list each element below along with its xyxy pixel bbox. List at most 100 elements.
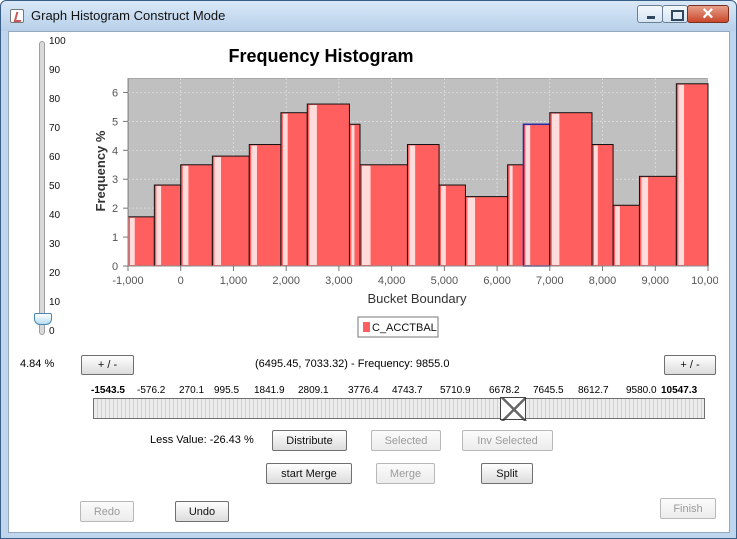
x-tick-label: 1,000 (220, 275, 248, 287)
histogram-bar[interactable] (591, 144, 614, 267)
bucket-label: 1841.9 (254, 385, 285, 396)
histogram-bar[interactable] (180, 164, 213, 267)
bar-highlight (594, 145, 598, 265)
minimize-button[interactable] (637, 5, 663, 23)
bucket-label: 2809.1 (298, 385, 329, 396)
java-app-icon (10, 9, 24, 23)
bucket-boundary-labels: -1543.5 -576.2 270.1 995.5 1841.9 2809.1 3776.… (91, 385, 705, 397)
slider-thumb[interactable] (34, 313, 52, 325)
histogram-bar[interactable] (127, 216, 155, 267)
x-tick-label: 2,000 (272, 275, 300, 287)
y-tick-label: 5 (112, 116, 118, 128)
slider-tick-label: 60 (49, 152, 61, 163)
histogram-bar[interactable] (359, 164, 408, 267)
frequency-slider[interactable] (11, 35, 75, 341)
slider-track[interactable] (39, 41, 45, 335)
bucket-label: 995.5 (214, 385, 240, 396)
bucket-label: 8612.7 (578, 385, 609, 396)
y-tick-label: 0 (112, 261, 118, 273)
slider-tick-label: 30 (49, 239, 61, 250)
bucket-boundary-slider[interactable] (93, 398, 705, 419)
undo-button[interactable]: Undo (175, 501, 229, 522)
y-tick-label: 1 (112, 232, 118, 244)
histogram-bar[interactable] (464, 196, 509, 267)
histogram-bar[interactable] (612, 204, 640, 267)
slider-tick-label: 80 (49, 94, 61, 105)
y-axis-label: Frequency % (93, 130, 108, 211)
bar-highlight (130, 217, 135, 265)
histogram-window: Graph Histogram Construct Mode 100908070… (0, 0, 737, 539)
bucket-label: 9580.0 (626, 385, 657, 396)
histogram-bar-body[interactable] (348, 123, 361, 267)
bucket-label: 3776.4 (348, 385, 379, 396)
bar-highlight (641, 177, 649, 265)
maximize-button[interactable] (662, 5, 688, 23)
bucket-label: 6678.2 (489, 385, 520, 396)
bar-highlight (409, 145, 416, 265)
inv-selected-button[interactable]: Inv Selected (462, 430, 553, 451)
x-tick-label: 8,000 (589, 275, 617, 287)
slider-tick-label: 10 (49, 297, 61, 308)
bucket-label: 4743.7 (392, 385, 423, 396)
histogram-bar[interactable] (406, 144, 440, 267)
slider-tick-label: 20 (49, 268, 61, 279)
finish-button[interactable]: Finish (660, 498, 716, 519)
histogram-bar[interactable] (507, 164, 524, 267)
bucket-label: 10547.3 (661, 385, 698, 396)
x-tick-label: 5,000 (431, 275, 459, 287)
distribute-button[interactable]: Distribute (272, 430, 347, 451)
slider-tick-label: 70 (49, 123, 61, 134)
x-tick-label: 7,000 (536, 275, 564, 287)
histogram-bar[interactable] (306, 103, 350, 267)
histogram-bar[interactable] (348, 123, 361, 267)
bar-highlight (678, 84, 685, 266)
histogram-bar[interactable] (675, 83, 709, 267)
left-plus-minus-button[interactable]: + / - (81, 355, 134, 375)
bucket-handle[interactable] (500, 397, 527, 421)
percent-label: 4.84 % (20, 358, 55, 370)
bar-highlight (351, 125, 355, 266)
y-tick-label: 2 (112, 203, 118, 215)
bar-highlight (615, 206, 620, 265)
split-button[interactable]: Split (481, 463, 533, 484)
histogram-bar[interactable] (280, 112, 308, 267)
merge-button[interactable]: Merge (376, 463, 435, 484)
redo-button[interactable]: Redo (80, 501, 134, 522)
start-merge-button[interactable]: start Merge (266, 463, 352, 484)
bucket-label: 5710.9 (440, 385, 471, 396)
slider-tick-label: 0 (49, 326, 55, 337)
bucket-label: -1543.5 (91, 385, 125, 396)
x-tick-label: 4,000 (378, 275, 406, 287)
legend-label: C_ACCTBAL (372, 322, 437, 334)
histogram-bar[interactable] (211, 155, 250, 267)
bucket-label: -576.2 (137, 385, 166, 396)
x-tick-label: 9,000 (642, 275, 670, 287)
legend-swatch (363, 322, 370, 332)
x-tick-label: 3,000 (325, 275, 353, 287)
title-bar: Graph Histogram Construct Mode (1, 1, 736, 31)
right-plus-minus-button[interactable]: + / - (664, 355, 716, 375)
x-tick-label: 0 (178, 275, 184, 287)
y-tick-label: 4 (112, 145, 118, 157)
histogram-bar[interactable] (549, 112, 593, 267)
bar-highlight (182, 165, 189, 265)
window-title: Graph Histogram Construct Mode (31, 8, 226, 23)
bar-highlight (362, 165, 371, 265)
histogram-bar[interactable] (153, 184, 182, 267)
slider-tick-label: 50 (49, 181, 61, 192)
selected-button[interactable]: Selected (371, 430, 441, 451)
range-info: (6495.45, 7033.32) - Frequency: 9855.0 (255, 358, 450, 370)
bar-highlight (156, 186, 162, 265)
less-value-label: Less Value: -26.43 % (150, 434, 254, 446)
x-tick-label: 6,000 (483, 275, 511, 287)
bar-highlight (441, 186, 446, 265)
histogram-bar[interactable] (638, 175, 677, 267)
histogram-bar[interactable] (248, 144, 282, 267)
bucket-label: 270.1 (179, 385, 205, 396)
histogram-bar[interactable] (438, 184, 466, 267)
bar-highlight (309, 105, 317, 266)
histogram-bar[interactable] (522, 123, 551, 267)
close-button[interactable] (687, 3, 729, 26)
bar-highlight (551, 113, 560, 265)
bar-highlight (509, 165, 513, 265)
